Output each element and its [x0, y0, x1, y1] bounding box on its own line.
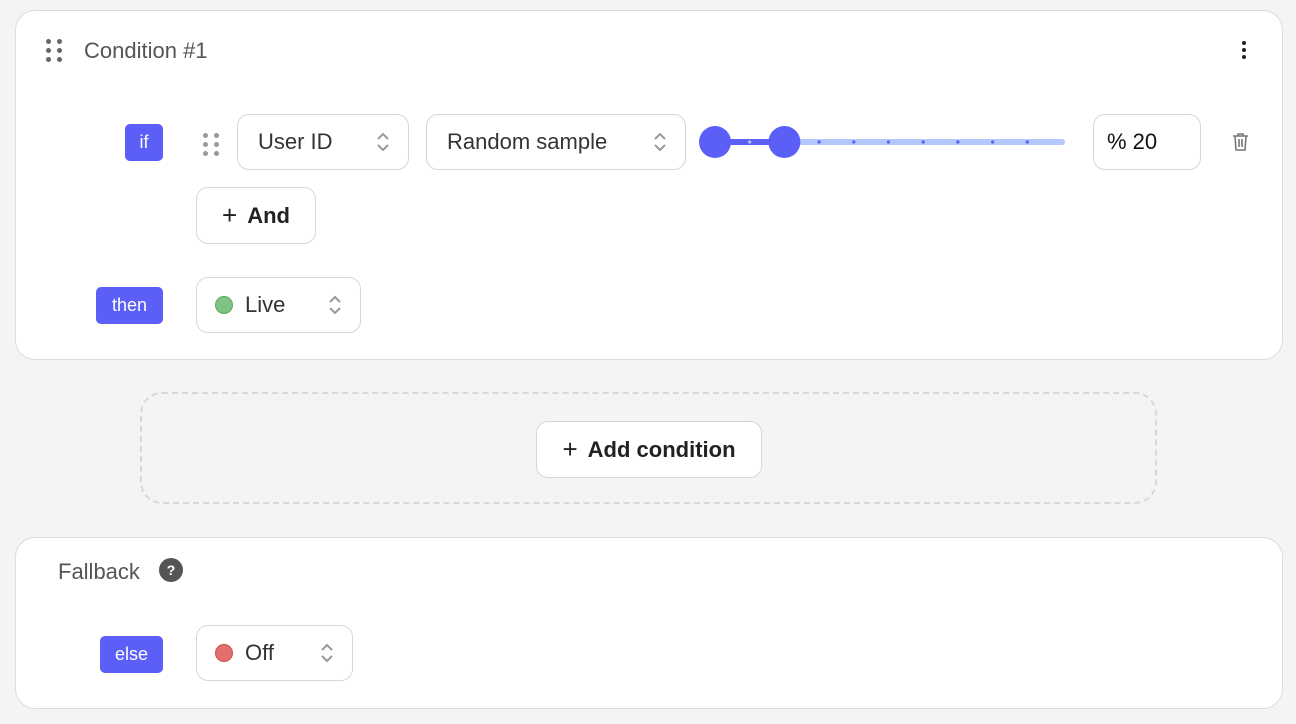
- slider-tick: [956, 140, 960, 144]
- chevron-updown-icon: [654, 132, 666, 152]
- slider-tick: [748, 140, 752, 144]
- if-badge: if: [125, 124, 163, 161]
- drag-handle-icon[interactable]: [46, 39, 63, 62]
- and-label: And: [247, 202, 290, 228]
- more-options-icon[interactable]: [1236, 39, 1252, 63]
- else-value-select[interactable]: Off: [196, 625, 353, 681]
- fallback-card: Fallback ?: [15, 537, 1283, 709]
- chevron-updown-icon: [377, 132, 389, 152]
- then-badge: then: [96, 287, 163, 324]
- plus-icon: +: [222, 200, 238, 230]
- percent-value: % 20: [1107, 129, 1158, 154]
- off-status-dot: [215, 644, 233, 662]
- operator-select[interactable]: Random sample: [426, 114, 686, 170]
- slider-tick: [921, 140, 925, 144]
- percentage-range-slider[interactable]: [695, 122, 1075, 162]
- then-value-select[interactable]: Live: [196, 277, 361, 333]
- help-icon[interactable]: ?: [159, 558, 183, 582]
- else-badge: else: [100, 636, 163, 673]
- chevron-updown-icon: [329, 295, 341, 315]
- add-condition-label: Add condition: [587, 436, 736, 462]
- live-status-dot: [215, 296, 233, 314]
- attribute-value: User ID: [258, 129, 333, 154]
- operator-value: Random sample: [447, 129, 608, 154]
- rule-drag-handle-icon[interactable]: [203, 133, 220, 156]
- slider-end-handle[interactable]: [768, 126, 801, 158]
- slider-start-handle[interactable]: [699, 126, 731, 158]
- slider-tick: [991, 140, 995, 144]
- add-and-button[interactable]: + And: [196, 187, 316, 244]
- condition-title: Condition #1: [84, 38, 208, 63]
- fallback-title: Fallback: [58, 559, 140, 584]
- plus-icon: +: [562, 434, 578, 464]
- slider-tick: [886, 140, 891, 144]
- else-value: Off: [245, 640, 274, 665]
- slider-tick: [1025, 140, 1029, 144]
- chevron-updown-icon: [321, 643, 333, 663]
- add-condition-button[interactable]: + Add condition: [536, 421, 762, 478]
- slider-tick: [817, 140, 821, 144]
- then-value: Live: [245, 292, 286, 317]
- attribute-select[interactable]: User ID: [237, 114, 409, 170]
- trash-icon[interactable]: [1231, 132, 1250, 152]
- slider-tick: [852, 140, 856, 144]
- percent-input[interactable]: % 20: [1093, 114, 1201, 170]
